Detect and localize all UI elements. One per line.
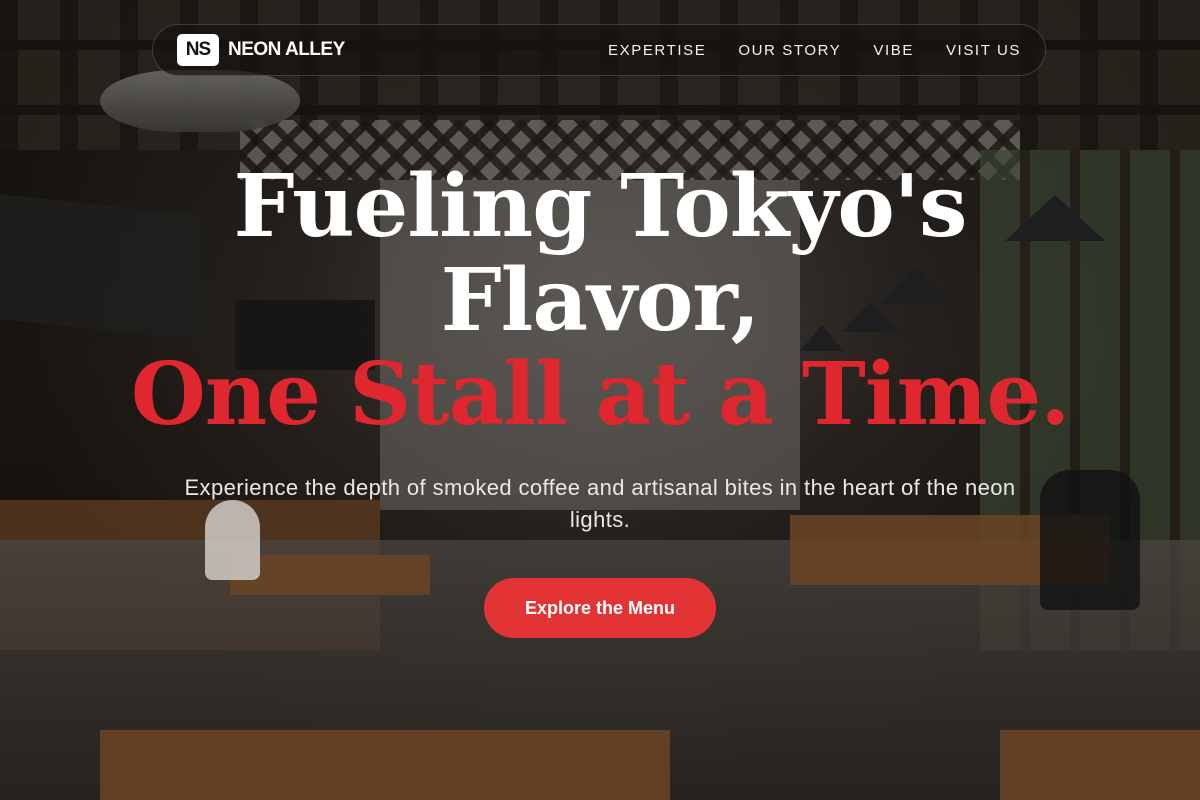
brand-name: NEON ALLEY bbox=[228, 39, 345, 60]
nav-link-vibe[interactable]: VIBE bbox=[873, 42, 914, 59]
hero-headline-accent: One Stall at a Time. bbox=[130, 344, 1070, 445]
background-table bbox=[1000, 730, 1200, 800]
nav-links: EXPERTISE OUR STORY VIBE VISIT US bbox=[608, 42, 1021, 59]
background-table bbox=[100, 730, 670, 800]
background-table bbox=[230, 555, 430, 595]
top-navigation: NS NEON ALLEY EXPERTISE OUR STORY VIBE V… bbox=[152, 24, 1046, 76]
hero-headline-line-1: Fueling Tokyo's bbox=[233, 156, 968, 257]
background-pendant-lamp bbox=[100, 70, 300, 132]
nav-link-our-story[interactable]: OUR STORY bbox=[738, 42, 841, 59]
hero-section: Fueling Tokyo's Flavor, One Stall at a T… bbox=[0, 160, 1200, 536]
explore-menu-button[interactable]: Explore the Menu bbox=[484, 578, 716, 638]
logo-mark: NS bbox=[177, 34, 219, 66]
hero-subtitle: Experience the depth of smoked coffee an… bbox=[184, 475, 1016, 532]
hero-headline: Fueling Tokyo's Flavor, One Stall at a T… bbox=[0, 160, 1200, 442]
hero-headline-line-2: Flavor, bbox=[440, 250, 761, 351]
nav-link-expertise[interactable]: EXPERTISE bbox=[608, 42, 706, 59]
brand-logo[interactable]: NS NEON ALLEY bbox=[177, 34, 345, 66]
nav-link-visit-us[interactable]: VISIT US bbox=[946, 42, 1021, 59]
